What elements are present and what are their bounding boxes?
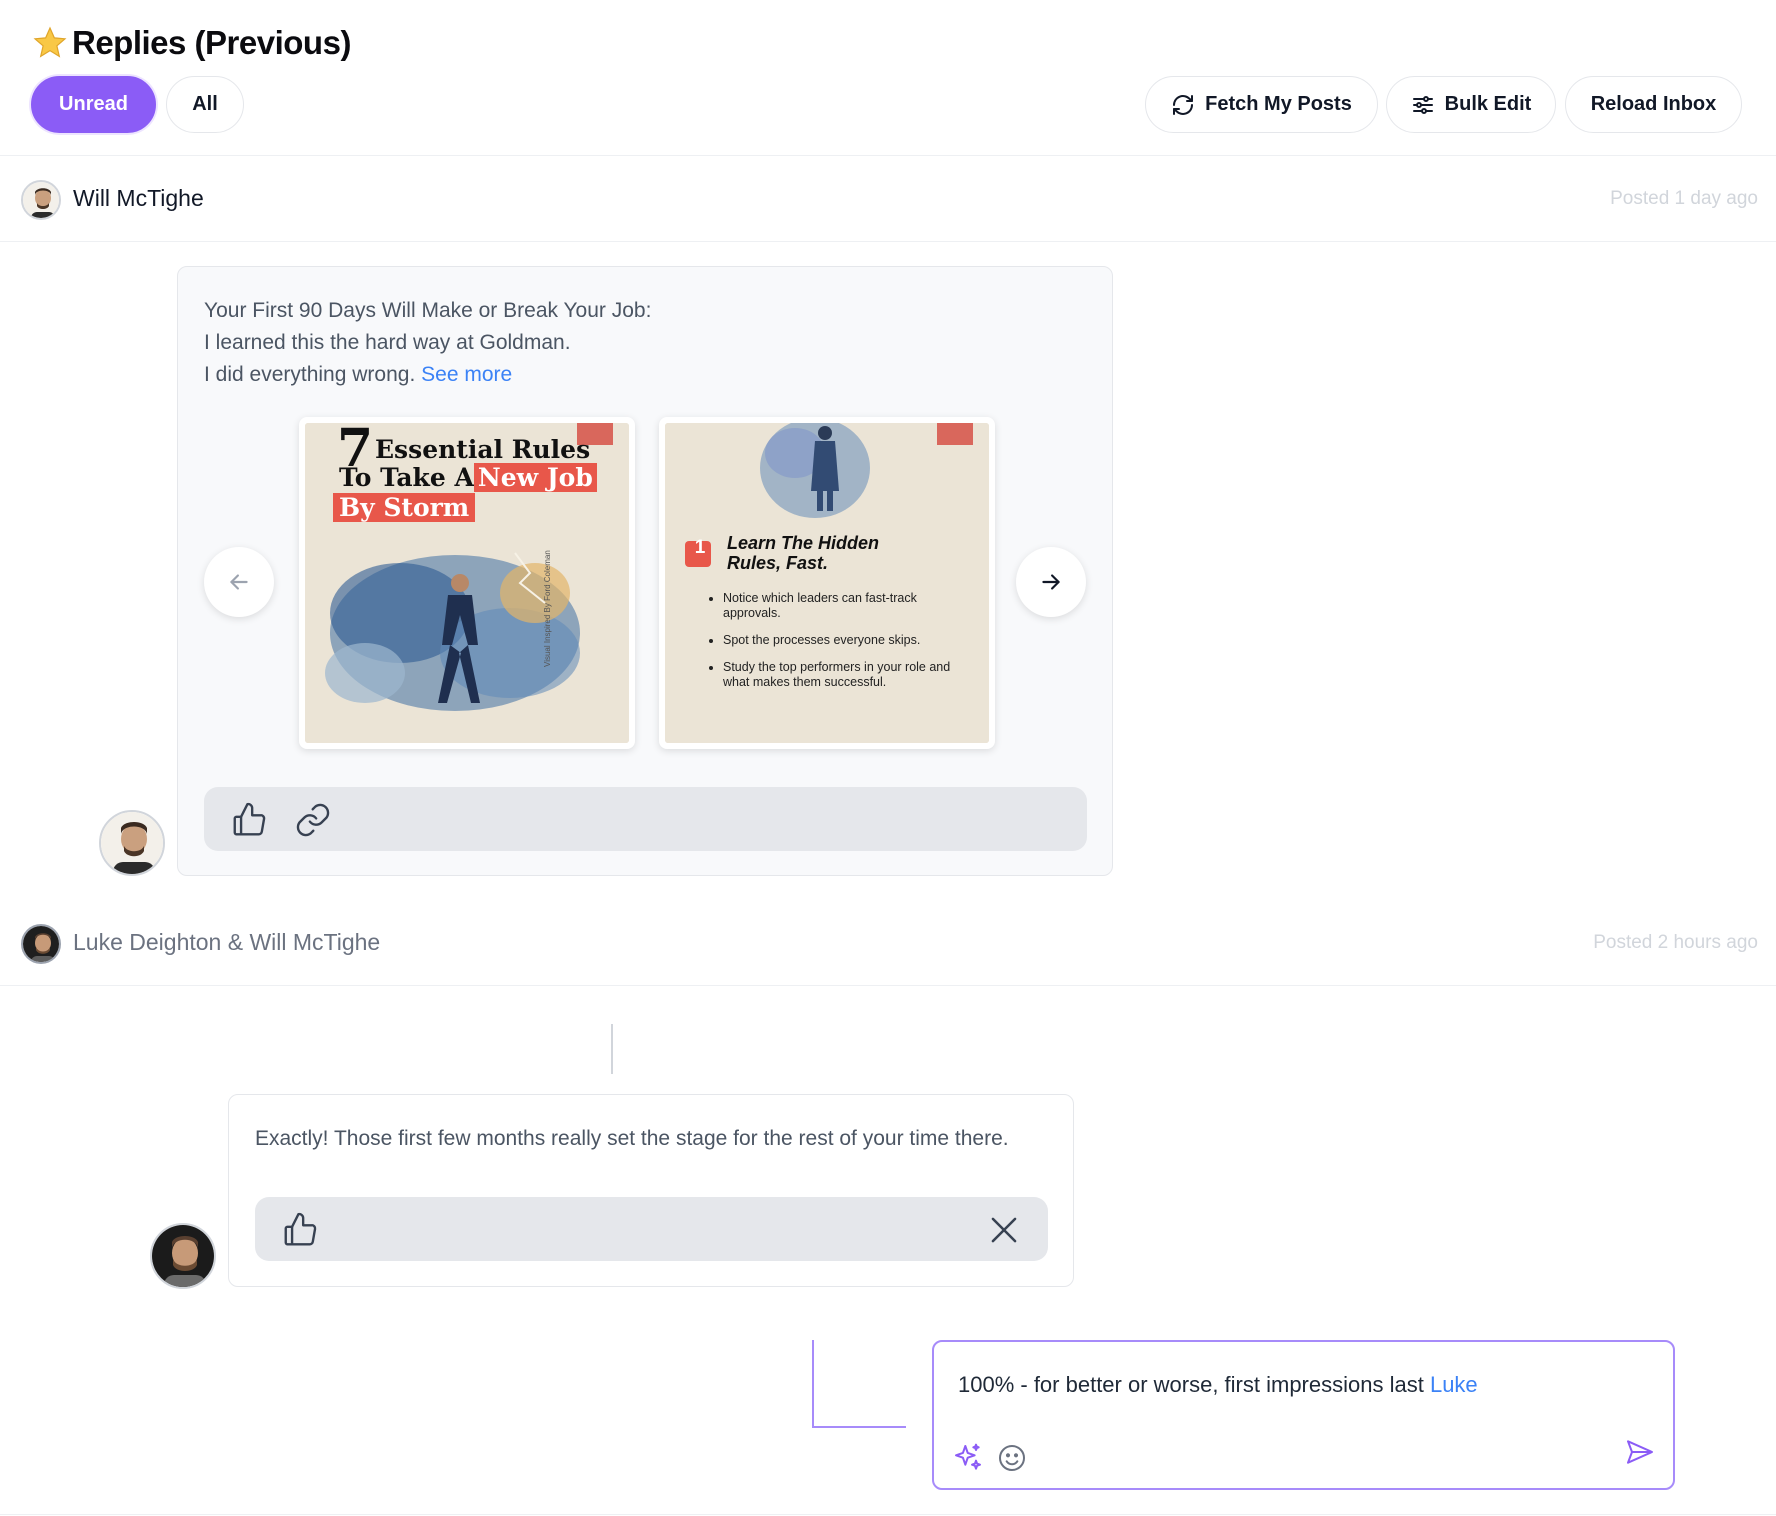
link-icon[interactable] [294,801,332,839]
participant-avatar [21,924,61,964]
slide-image: 7 Essential Rules To Take A New Job By St… [305,423,629,743]
carousel-slide[interactable]: 7 Essential Rules To Take A New Job By St… [299,417,635,749]
tab-unread[interactable]: Unread [31,76,156,133]
post-timestamp: Posted 1 day ago [1610,188,1758,209]
carousel-prev-button[interactable] [204,547,274,617]
bulk-edit-label: Bulk Edit [1444,93,1532,115]
thumbs-up-icon[interactable] [281,1211,319,1249]
send-icon[interactable] [1624,1436,1656,1468]
post-author-row[interactable]: Will McTighe Posted 1 day ago [0,156,1776,242]
page-title-text: Replies (Previous) [72,24,351,61]
emoji-icon[interactable] [996,1442,1028,1474]
slide-bullet: Study the top performers in your role an… [723,660,953,690]
inbox-header: Replies (Previous) Unread All Fetch My P… [0,0,1776,156]
post-action-bar [204,787,1087,851]
carousel-next-button[interactable] [1016,547,1086,617]
author-avatar-large [99,810,165,876]
reply-action-bar [255,1197,1048,1261]
thread-row[interactable]: Luke Deighton & Will McTighe Posted 2 ho… [0,900,1776,986]
post-text-line: Your First 90 Days Will Make or Break Yo… [204,299,652,322]
fetch-my-posts-label: Fetch My Posts [1205,93,1352,115]
slide-heading-line: Rules, Fast. [727,553,829,573]
star-icon [33,26,67,58]
slide-bullets: Notice which leaders can fast-track appr… [723,591,953,690]
slide-title-line: To Take A [339,463,474,492]
post-text-line: I did everything wrong. [204,363,416,386]
page-title: Replies (Previous) [32,24,351,62]
author-name: Will McTighe [73,185,204,211]
compose-connector [812,1340,814,1428]
slide-title-highlight: By Storm [333,493,476,522]
post-card: Your First 90 Days Will Make or Break Yo… [177,266,1113,876]
bulk-edit-button[interactable]: Bulk Edit [1386,76,1556,133]
compose-text: 100% - for better or worse, first impres… [958,1372,1424,1397]
thread-timestamp: Posted 2 hours ago [1593,932,1758,953]
refresh-icon [1173,94,1194,115]
reply-text: Exactly! Those first few months really s… [255,1127,1009,1150]
tab-unread-label: Unread [59,93,128,115]
reply-compose-box[interactable]: 100% - for better or worse, first impres… [932,1340,1675,1490]
divider [0,1514,1776,1515]
tab-all[interactable]: All [166,76,244,133]
post-text: Your First 90 Days Will Make or Break Yo… [204,295,651,391]
slide-bullet: Spot the processes everyone skips. [723,633,953,648]
thread-participants: Luke Deighton & Will McTighe [73,929,381,955]
reply-author-avatar [150,1223,216,1289]
arrow-left-icon [230,574,248,590]
sparkles-icon[interactable] [952,1442,984,1474]
slide-image: 1 Learn The Hidden Rules, Fast. Notice w… [665,423,989,743]
thumbs-up-icon[interactable] [230,801,268,839]
slide-title-highlight: New Job [473,463,597,492]
post-text-line: I learned this the hard way at Goldman. [204,331,571,354]
sliders-icon [1412,95,1433,114]
tab-all-label: All [192,93,218,115]
compose-input[interactable]: 100% - for better or worse, first impres… [958,1372,1478,1398]
carousel-slide[interactable]: 1 Learn The Hidden Rules, Fast. Notice w… [659,417,995,749]
slide-bullet: Notice which leaders can fast-track appr… [723,591,953,621]
slide-credit: Visual Inspired By Ford Coleman [543,550,552,667]
close-icon[interactable] [985,1211,1023,1249]
slide-title-line: Essential Rules [375,435,591,464]
reload-inbox-button[interactable]: Reload Inbox [1565,76,1742,133]
arrow-right-icon [1042,574,1060,590]
compose-connector [812,1426,906,1428]
fetch-my-posts-button[interactable]: Fetch My Posts [1145,76,1378,133]
slide-heading-line: Learn The Hidden [727,533,880,553]
thread-connector [611,1024,613,1074]
slide-badge: 1 [694,537,706,558]
compose-mention: Luke [1429,1372,1478,1397]
see-more-link[interactable]: See more [421,363,512,386]
reload-inbox-label: Reload Inbox [1590,93,1717,115]
reply-card: Exactly! Those first few months really s… [228,1094,1074,1287]
author-avatar [21,180,61,220]
